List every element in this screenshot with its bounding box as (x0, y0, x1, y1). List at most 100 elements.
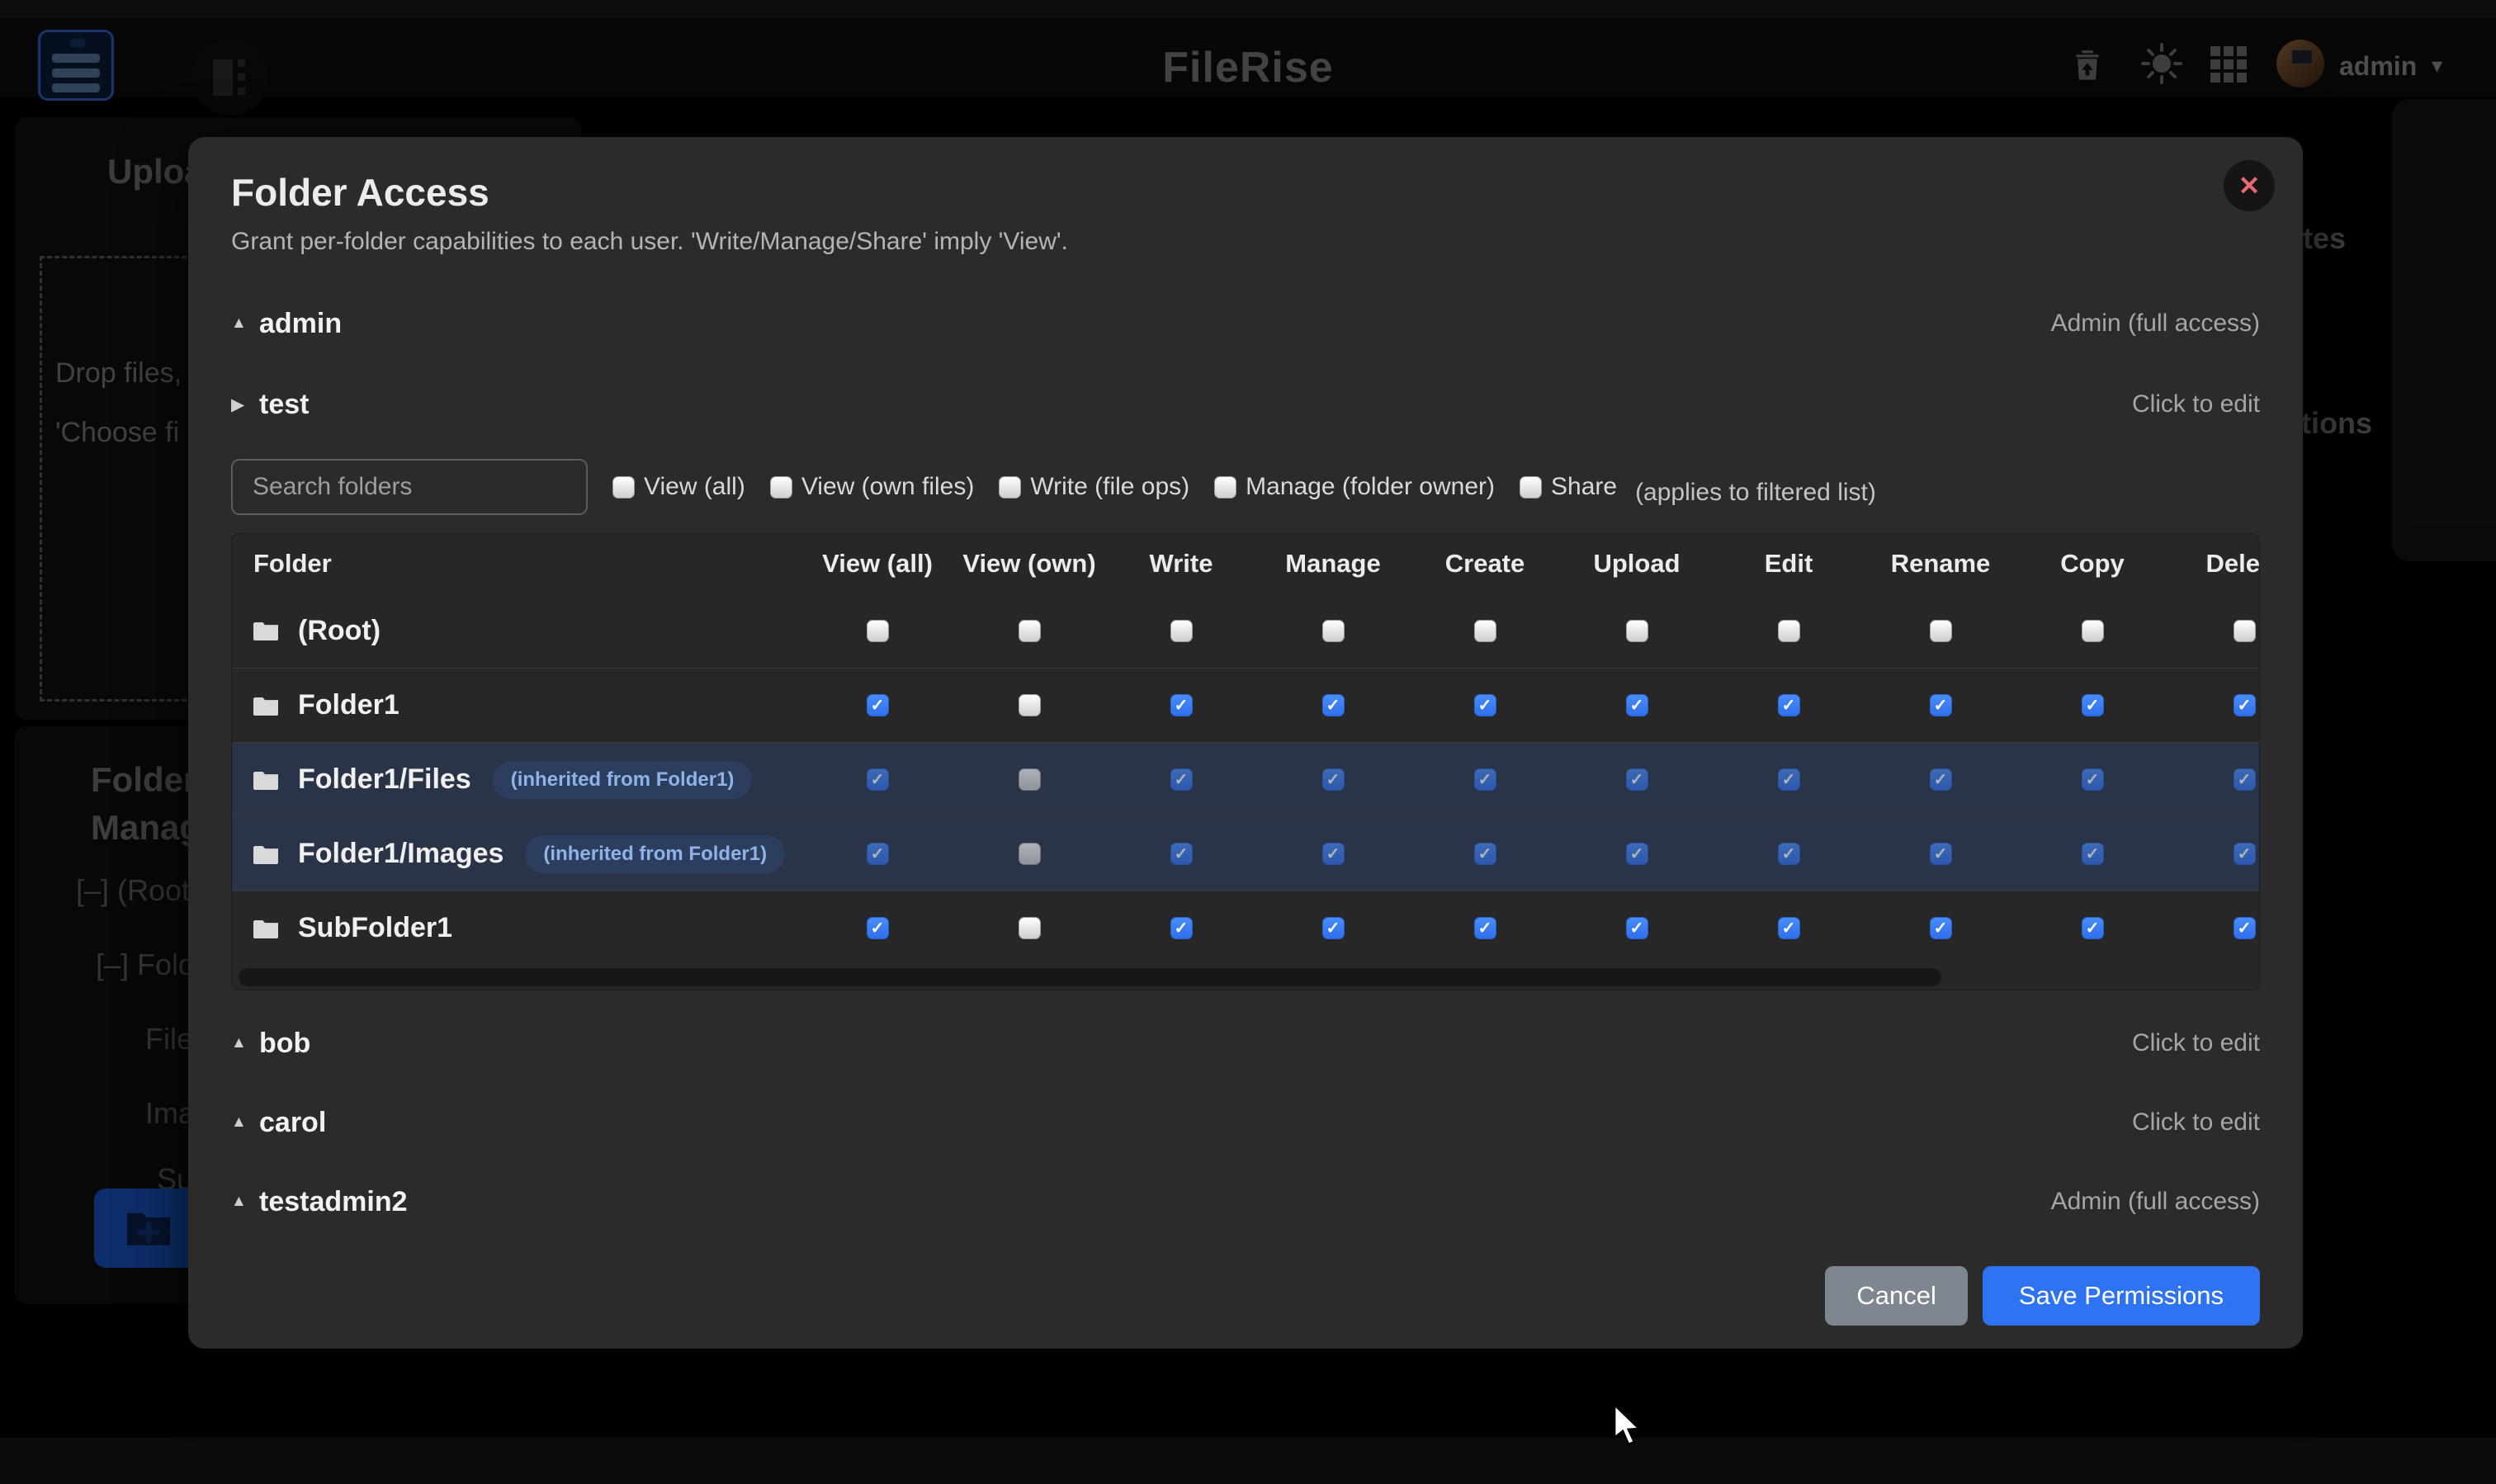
checkbox-unchecked (1214, 476, 1236, 499)
checkbox-checked[interactable]: ✓ (1930, 843, 1952, 865)
table-row: SubFolder1 ✓ ✓ ✓ ✓ ✓ ✓ ✓ ✓ ✓ (232, 891, 2259, 965)
checkbox-checked[interactable]: ✓ (1626, 843, 1648, 865)
scrollbar-thumb[interactable] (239, 968, 1941, 986)
checkbox-unchecked[interactable] (1474, 620, 1496, 642)
checkbox-checked[interactable]: ✓ (1626, 768, 1648, 791)
checkbox-checked[interactable]: ✓ (867, 694, 889, 716)
checkbox-checked[interactable]: ✓ (1322, 768, 1345, 791)
checkbox-unchecked[interactable] (1170, 620, 1193, 642)
folder-filter-bar: View (all) View (own files) Write (file … (231, 459, 2260, 515)
checkbox-unchecked[interactable] (2082, 620, 2104, 642)
checkbox-unchecked (1520, 476, 1542, 499)
checkbox-unchecked[interactable] (2234, 620, 2256, 642)
checkbox-unchecked[interactable] (1930, 620, 1952, 642)
filter-note: (applies to filtered list) (1635, 479, 1876, 507)
permission-cell: ✓ (2016, 694, 2168, 716)
checkbox-checked[interactable]: ✓ (867, 843, 889, 865)
permission-cell (2016, 620, 2168, 642)
column-header-create: Create (1409, 549, 1561, 579)
column-header-view-all-: View (all) (801, 549, 953, 579)
folder-cell: SubFolder1 (232, 912, 801, 944)
collapse-caret-icon[interactable]: ▲ (231, 1193, 259, 1211)
checkbox-checked[interactable]: ✓ (1322, 694, 1345, 716)
checkbox-checked[interactable]: ✓ (1474, 694, 1496, 716)
user-row-bob[interactable]: ▲ bob Click to edit (231, 1017, 2260, 1070)
checkbox-checked[interactable]: ✓ (1778, 694, 1800, 716)
checkbox-checked[interactable]: ✓ (1322, 917, 1345, 939)
permission-cell (1409, 620, 1561, 642)
user-row-admin[interactable]: ▲ admin Admin (full access) (231, 297, 2260, 350)
user-row-testadmin2[interactable]: ▲ testadmin2 Admin (full access) (231, 1175, 2260, 1228)
checkbox-unchecked[interactable] (1019, 620, 1041, 642)
folder-name: SubFolder1 (298, 912, 452, 944)
checkbox-unchecked[interactable] (1322, 620, 1345, 642)
expand-caret-icon[interactable]: ▶ (231, 395, 259, 415)
checkbox-checked[interactable]: ✓ (1170, 768, 1193, 791)
user-row-test[interactable]: ▶ test Click to edit (231, 378, 2260, 431)
checkbox-checked[interactable]: ✓ (1626, 694, 1648, 716)
permission-cell: ✓ (2016, 917, 2168, 939)
checkbox-checked[interactable]: ✓ (2082, 843, 2104, 865)
save-permissions-button[interactable]: Save Permissions (1983, 1266, 2260, 1326)
search-folders-input[interactable] (231, 459, 588, 515)
user-row-carol[interactable]: ▲ carol Click to edit (231, 1096, 2260, 1149)
checkbox-checked[interactable]: ✓ (2082, 917, 2104, 939)
cancel-button[interactable]: Cancel (1825, 1266, 1968, 1326)
checkbox-unchecked[interactable] (1019, 768, 1041, 791)
checkbox-checked[interactable]: ✓ (1778, 843, 1800, 865)
checkbox-checked[interactable]: ✓ (1778, 768, 1800, 791)
checkbox-checked[interactable]: ✓ (2082, 694, 2104, 716)
column-header-edit: Edit (1713, 549, 1865, 579)
filter-write[interactable]: Write (file ops) (999, 473, 1189, 501)
close-icon[interactable]: ✕ (2224, 160, 2275, 211)
filter-view-all[interactable]: View (all) (612, 473, 745, 501)
checkbox-unchecked[interactable] (1778, 620, 1800, 642)
user-hint: Click to edit (2132, 1108, 2260, 1137)
checkbox-checked[interactable]: ✓ (1930, 768, 1952, 791)
checkbox-checked[interactable]: ✓ (1626, 917, 1648, 939)
checkbox-checked[interactable]: ✓ (1930, 917, 1952, 939)
checkbox-checked[interactable]: ✓ (867, 768, 889, 791)
checkbox-checked[interactable]: ✓ (1474, 917, 1496, 939)
checkbox-unchecked[interactable] (867, 620, 889, 642)
table-header-row: FolderView (all)View (own)WriteManageCre… (232, 534, 2259, 593)
filter-share[interactable]: Share (1520, 473, 1617, 501)
checkbox-checked[interactable]: ✓ (1930, 694, 1952, 716)
filter-view-own[interactable]: View (own files) (770, 473, 975, 501)
user-hint: Admin (full access) (2051, 1188, 2260, 1216)
modal-title: Folder Access (231, 170, 2260, 215)
permission-cell: ✓ (1865, 694, 2016, 716)
permission-cell: ✓ (801, 917, 953, 939)
checkbox-unchecked[interactable] (1019, 843, 1041, 865)
checkbox-checked[interactable]: ✓ (2082, 768, 2104, 791)
horizontal-scrollbar[interactable] (232, 965, 2259, 990)
permission-cell: ✓ (2168, 768, 2260, 791)
checkbox-checked[interactable]: ✓ (2234, 917, 2256, 939)
permission-cell: ✓ (1713, 694, 1865, 716)
checkbox-unchecked[interactable] (1019, 917, 1041, 939)
checkbox-checked[interactable]: ✓ (1474, 843, 1496, 865)
permission-cell (953, 694, 1105, 716)
column-header-delete: Delete (2168, 549, 2260, 579)
checkbox-checked[interactable]: ✓ (1778, 917, 1800, 939)
checkbox-checked[interactable]: ✓ (867, 917, 889, 939)
checkbox-checked[interactable]: ✓ (1474, 768, 1496, 791)
column-header-rename: Rename (1865, 549, 2016, 579)
checkbox-checked[interactable]: ✓ (1170, 917, 1193, 939)
collapse-caret-icon[interactable]: ▲ (231, 1113, 259, 1132)
checkbox-checked[interactable]: ✓ (1170, 694, 1193, 716)
user-hint: Admin (full access) (2051, 310, 2260, 338)
collapse-caret-icon[interactable]: ▲ (231, 314, 259, 333)
permission-cell: ✓ (2016, 768, 2168, 791)
checkbox-checked[interactable]: ✓ (2234, 843, 2256, 865)
checkbox-checked[interactable]: ✓ (2234, 694, 2256, 716)
table-row: Folder1✓✓✓✓✓✓✓✓✓ (232, 668, 2259, 742)
checkbox-checked[interactable]: ✓ (2234, 768, 2256, 791)
checkbox-checked[interactable]: ✓ (1322, 843, 1345, 865)
filter-manage[interactable]: Manage (folder owner) (1214, 473, 1495, 501)
checkbox-unchecked[interactable] (1019, 694, 1041, 716)
permission-cell (2168, 620, 2260, 642)
collapse-caret-icon[interactable]: ▲ (231, 1034, 259, 1052)
checkbox-unchecked[interactable] (1626, 620, 1648, 642)
checkbox-checked[interactable]: ✓ (1170, 843, 1193, 865)
